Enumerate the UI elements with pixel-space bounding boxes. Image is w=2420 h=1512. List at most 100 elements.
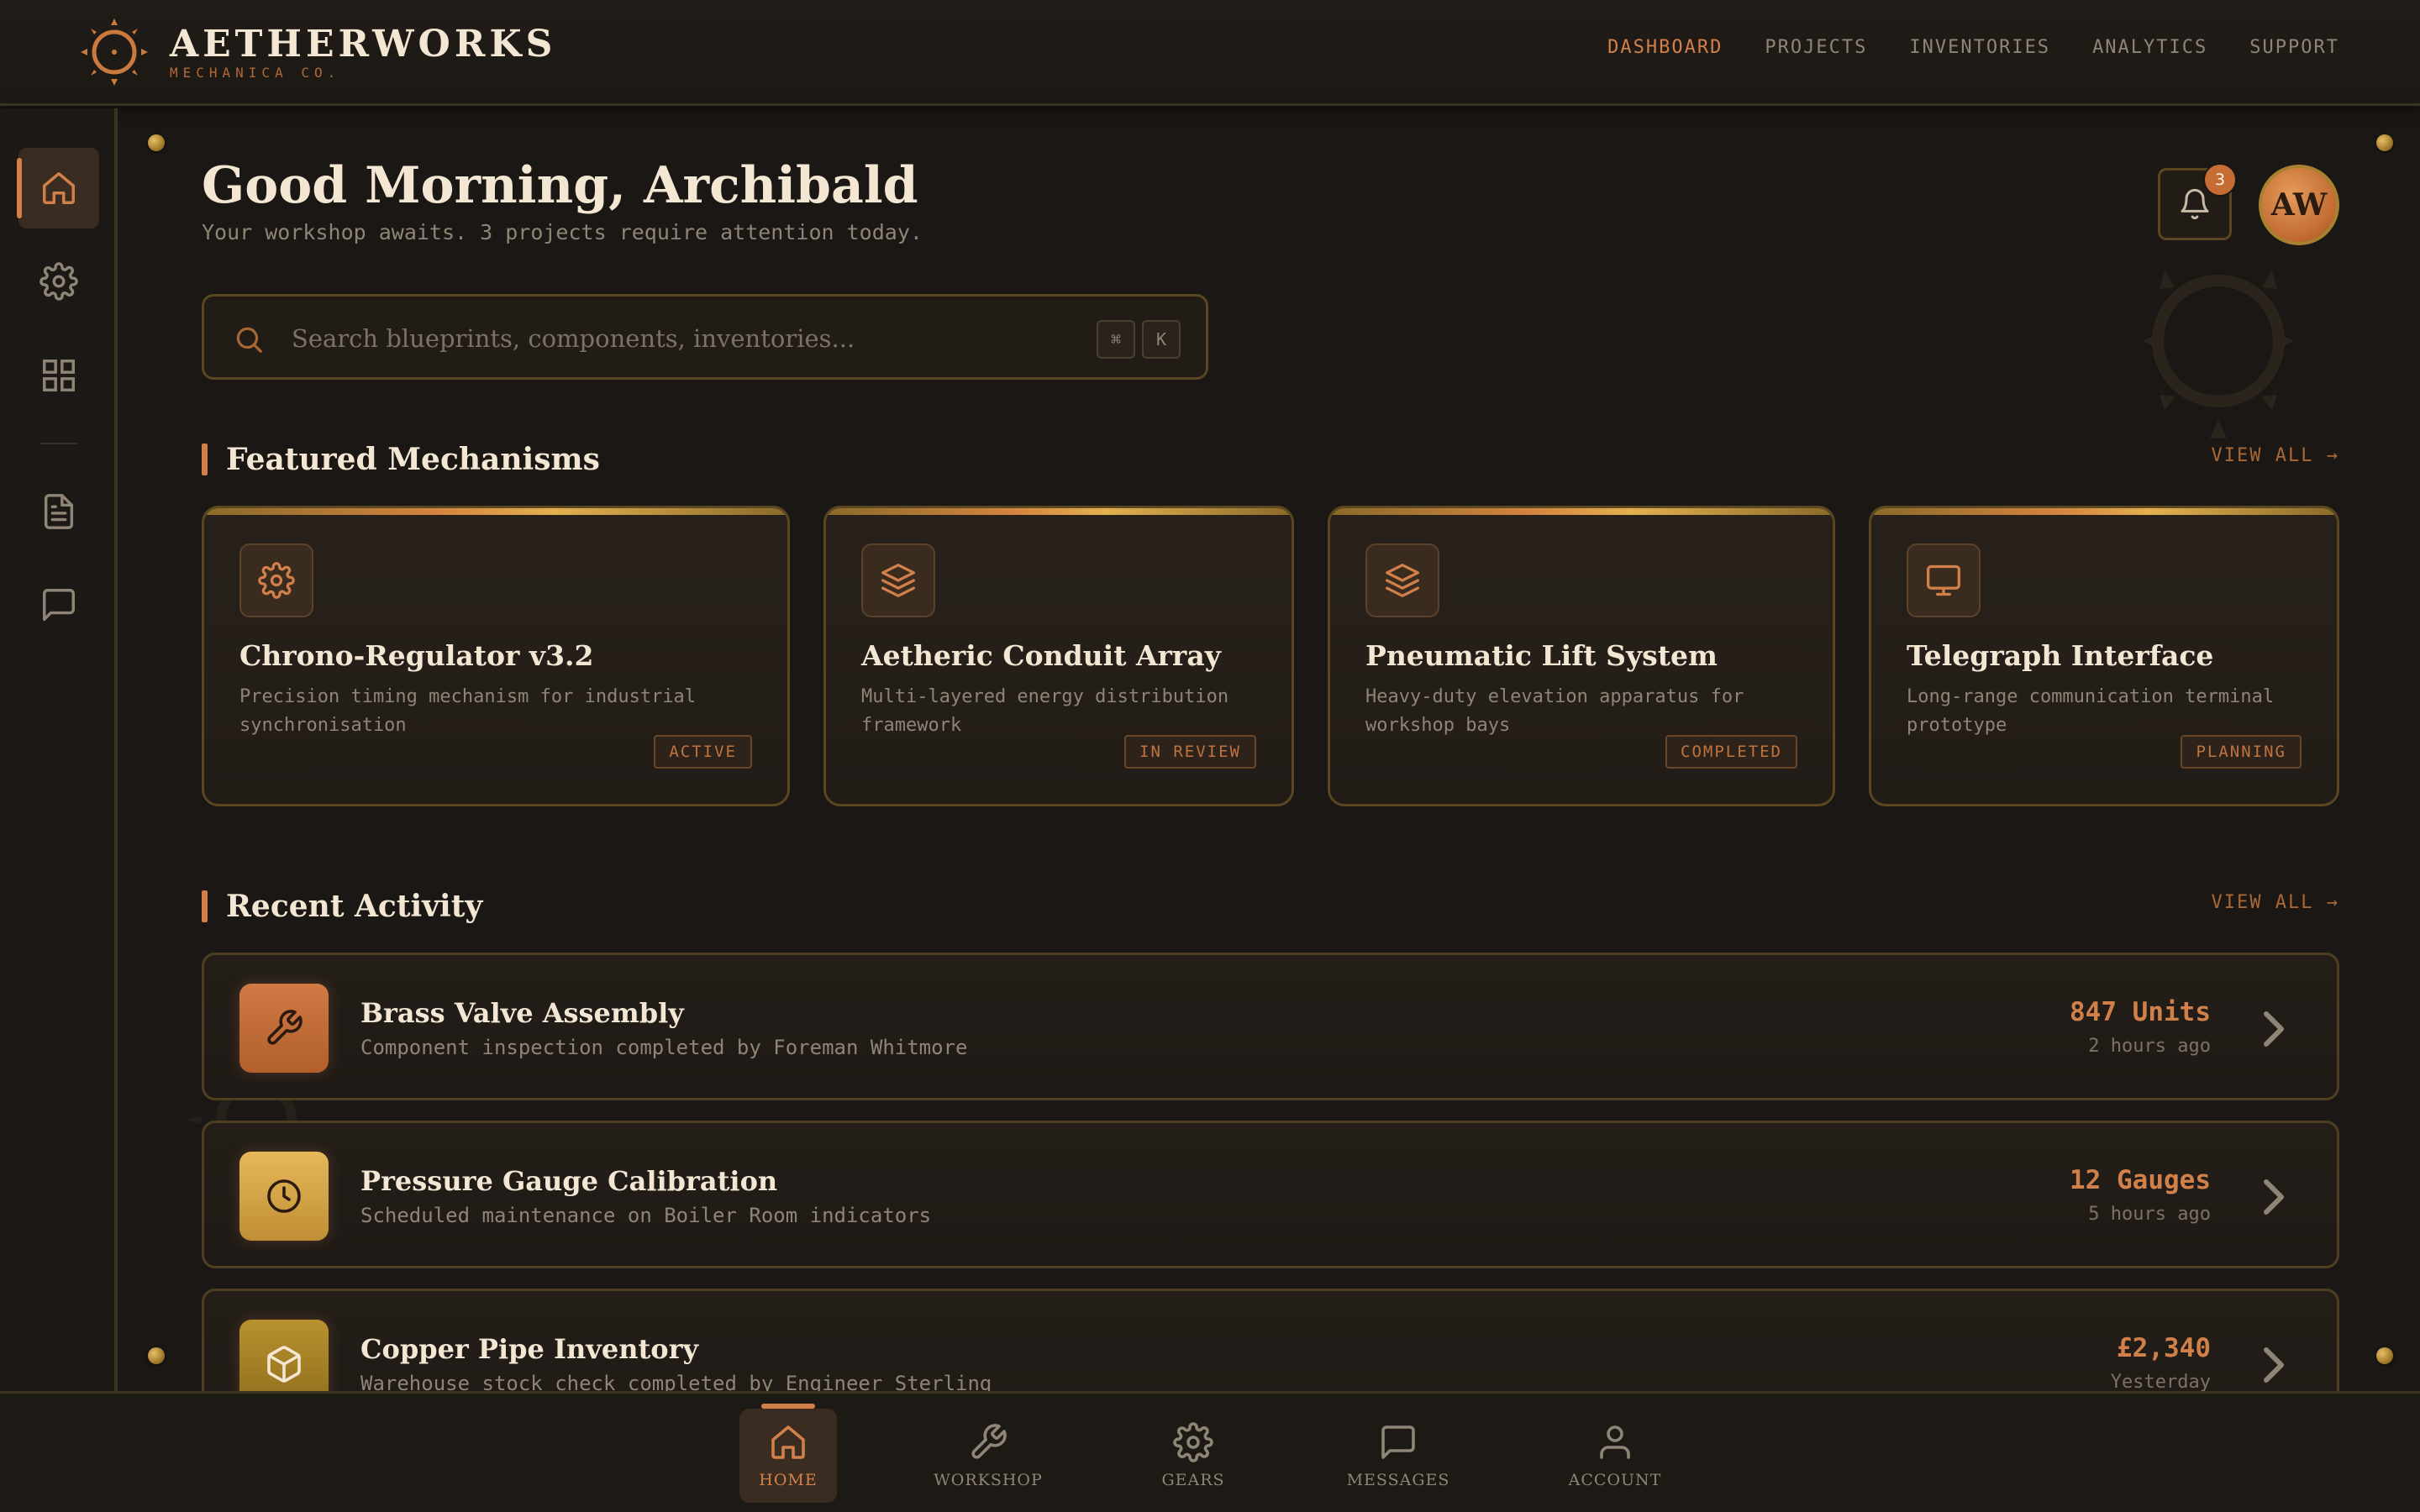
bottom-nav-label: MESSAGES (1346, 1471, 1450, 1489)
bell-icon (2181, 188, 2209, 220)
bottom-nav-label: HOME (759, 1471, 818, 1489)
bottom-nav-gears[interactable]: GEARS (1144, 1409, 1242, 1503)
page-title: Good Morning, Archibald (202, 156, 918, 215)
card-title: Telegraph Interface (1907, 639, 2214, 672)
box-icon (267, 1346, 301, 1383)
layers-icon (881, 564, 915, 597)
brand[interactable]: AETHERWORKS MECHANICA CO. (79, 17, 556, 87)
mechanism-card[interactable]: Chrono-Regulator v3.2 Precision timing m… (202, 506, 790, 806)
brand-subtitle: MECHANICA CO. (170, 64, 341, 81)
activity-section-header: Recent Activity (202, 889, 482, 924)
document-icon (44, 494, 74, 529)
brand-title: AETHERWORKS (170, 22, 557, 66)
featured-section-header: Featured Mechanisms (202, 442, 600, 477)
nav-support[interactable]: SUPPORT (2249, 37, 2339, 58)
avatar[interactable]: AW (2259, 165, 2339, 245)
activity-timestamp: 5 hours ago (2088, 1204, 2211, 1225)
chevron-right-icon (2264, 1179, 2284, 1215)
activity-view-all-link[interactable]: VIEW ALL → (2212, 892, 2339, 913)
bottom-nav-messages[interactable]: MESSAGES (1346, 1409, 1450, 1503)
bottom-nav-label: WORKSHOP (934, 1471, 1043, 1489)
card-description: Precision timing mechanism for industria… (239, 686, 697, 736)
rivet-decoration (148, 1347, 165, 1364)
gear-icon (258, 562, 295, 599)
rail-item-messages[interactable] (18, 564, 99, 645)
search-input[interactable] (292, 317, 1014, 360)
card-icon-container (1365, 543, 1439, 617)
rail-item-documents[interactable] (18, 471, 99, 552)
bottom-nav-label: GEARS (1161, 1471, 1225, 1489)
page-subtitle: Your workshop awaits. 3 projects require… (202, 220, 923, 244)
rivet-decoration (148, 134, 165, 151)
shortcut-key-k: K (1142, 320, 1181, 359)
mechanism-card[interactable]: Pneumatic Lift System Heavy-duty elevati… (1328, 506, 1835, 806)
home-icon (43, 172, 75, 204)
background-gear-icon (2143, 270, 2294, 438)
layers-icon (1386, 564, 1419, 597)
top-navigation: DASHBOARD PROJECTS INVENTORIES ANALYTICS… (1607, 37, 2339, 58)
card-title: Chrono-Regulator v3.2 (239, 639, 594, 672)
clock-icon (267, 1179, 301, 1213)
gear-logo-icon (81, 18, 148, 86)
nav-inventories[interactable]: INVENTORIES (1909, 37, 2050, 58)
mechanism-card[interactable]: Telegraph Interface Long-range communica… (1869, 506, 2339, 806)
activity-description: Scheduled maintenance on Boiler Room ind… (360, 1204, 932, 1227)
card-title: Aetheric Conduit Array (861, 639, 1221, 672)
bottom-nav-label: ACCOUNT (1568, 1471, 1662, 1489)
activity-title: Pressure Gauge Calibration (360, 1165, 778, 1197)
gear-icon (1173, 1422, 1213, 1462)
rail-item-grid[interactable] (18, 335, 99, 416)
message-icon (1381, 1425, 1415, 1459)
list-item[interactable]: Brass Valve Assembly Component inspectio… (202, 953, 2339, 1100)
rivet-decoration (2376, 1347, 2393, 1364)
card-icon-container (1907, 543, 1981, 617)
chevron-right-icon (2264, 1011, 2284, 1047)
section-accent-bar (202, 444, 208, 475)
rail-divider (40, 443, 77, 444)
activity-timestamp: Yesterday (2110, 1372, 2211, 1393)
section-accent-bar (202, 890, 208, 922)
bottom-navigation: HOME WORKSHOP GEARS MESSAGES ACCOUNT (0, 1391, 2420, 1512)
wrench-icon (971, 1424, 1007, 1459)
card-description: Heavy-duty elevation apparatus for works… (1365, 686, 1744, 736)
activity-title: Brass Valve Assembly (360, 997, 684, 1029)
top-header: AETHERWORKS MECHANICA CO. DASHBOARD PROJ… (0, 0, 2420, 106)
message-icon (43, 589, 75, 621)
card-icon-container (239, 543, 313, 617)
bottom-nav-account[interactable]: ACCOUNT (1566, 1409, 1664, 1503)
activity-icon-container (239, 1152, 329, 1241)
activity-timestamp: 2 hours ago (2088, 1036, 2211, 1057)
activity-value: 12 Gauges (2070, 1165, 2211, 1195)
status-badge: PLANNING (2181, 735, 2302, 769)
gear-icon (39, 262, 78, 301)
rail-item-home[interactable] (17, 148, 99, 228)
activity-value: 847 Units (2070, 997, 2211, 1027)
wrench-icon (267, 1010, 302, 1045)
monitor-icon (1927, 564, 1960, 596)
rail-item-settings[interactable] (18, 241, 99, 322)
user-icon (1600, 1425, 1630, 1459)
card-title: Pneumatic Lift System (1365, 639, 1718, 672)
status-badge: COMPLETED (1665, 735, 1797, 769)
grid-icon (43, 360, 75, 391)
activity-icon-container (239, 984, 329, 1073)
nav-projects[interactable]: PROJECTS (1765, 37, 1867, 58)
bottom-nav-workshop[interactable]: WORKSHOP (934, 1409, 1042, 1503)
status-badge: IN REVIEW (1124, 735, 1256, 769)
search-bar: ⌘ K (202, 294, 1208, 380)
nav-dashboard[interactable]: DASHBOARD (1607, 37, 1723, 58)
nav-analytics[interactable]: ANALYTICS (2092, 37, 2207, 58)
sidebar-rail (0, 108, 118, 1391)
shortcut-key-command: ⌘ (1097, 320, 1135, 359)
card-description: Multi-layered energy distribution framew… (861, 686, 1229, 736)
featured-section-title: Featured Mechanisms (226, 442, 600, 477)
status-badge: ACTIVE (654, 735, 752, 769)
list-item[interactable]: Pressure Gauge Calibration Scheduled mai… (202, 1121, 2339, 1268)
mechanism-card[interactable]: Aetheric Conduit Array Multi-layered ene… (823, 506, 1294, 806)
bottom-nav-home[interactable]: HOME (739, 1404, 837, 1503)
card-icon-container (861, 543, 935, 617)
featured-view-all-link[interactable]: VIEW ALL → (2212, 445, 2339, 466)
activity-description: Component inspection completed by Forema… (360, 1036, 968, 1059)
activity-value: £2,340 (2117, 1333, 2211, 1363)
activity-title: Copper Pipe Inventory (360, 1333, 699, 1365)
